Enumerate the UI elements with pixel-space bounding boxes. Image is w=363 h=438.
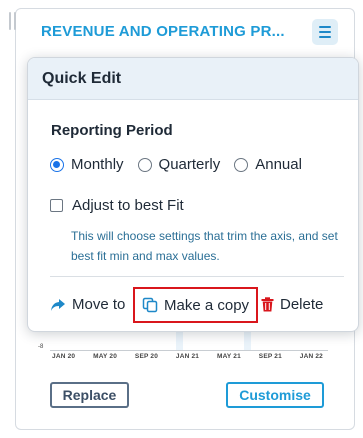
customise-button[interactable]: Customise — [226, 382, 324, 408]
radio-monthly[interactable]: Monthly — [50, 156, 124, 173]
x-tick-label: SEP 20 — [134, 353, 159, 360]
trash-icon — [261, 297, 274, 312]
checkbox-label: Adjust to best Fit — [72, 197, 184, 214]
x-tick-label: JAN 20 — [52, 353, 76, 360]
widget-title: REVENUE AND OPERATING PR... — [41, 23, 285, 40]
x-tick-label: JAN 21 — [175, 353, 200, 360]
radio-label: Annual — [255, 156, 302, 173]
reporting-period-options: Monthly Quarterly Annual — [50, 156, 302, 173]
chart-bar — [244, 332, 251, 350]
chart-bar — [176, 332, 183, 350]
delete-label: Delete — [280, 296, 324, 313]
delete-button[interactable]: Delete — [261, 296, 323, 313]
replace-button[interactable]: Replace — [50, 382, 129, 408]
adjust-best-fit-checkbox[interactable]: Adjust to best Fit — [50, 197, 184, 214]
radio-unselected-icon[interactable] — [137, 157, 152, 172]
help-text: This will choose settings that trim the … — [71, 229, 338, 263]
popup-title: Quick Edit — [28, 58, 358, 100]
copy-icon — [142, 297, 158, 313]
chart-x-ticks: JAN 20 MAY 20 SEP 20 JAN 21 MAY 21 SEP 2… — [52, 353, 323, 360]
radio-selected-icon[interactable] — [50, 157, 64, 172]
divider — [50, 276, 344, 277]
checkbox-box[interactable] — [50, 199, 63, 212]
make-a-copy-label: Make a copy — [164, 296, 250, 314]
share-arrow-icon — [51, 298, 65, 311]
x-tick-label: JAN 22 — [299, 353, 323, 360]
quick-edit-popup: Quick Edit Reporting Period Monthly Quar… — [27, 57, 359, 332]
radio-label: Quarterly — [158, 156, 221, 173]
drag-handle[interactable] — [9, 12, 17, 34]
chart-x-axis — [50, 350, 328, 351]
radio-quarterly[interactable]: Quarterly — [137, 156, 221, 173]
x-tick-label: MAY 21 — [216, 353, 241, 360]
radio-label: Monthly — [71, 156, 124, 173]
widget-menu-button[interactable] — [312, 19, 338, 45]
x-tick-label: MAY 20 — [93, 353, 118, 360]
make-a-copy-button[interactable]: Make a copy — [133, 287, 259, 323]
move-to-label: Move to — [72, 296, 126, 313]
move-to-button[interactable]: Move to — [50, 296, 125, 313]
radio-annual[interactable]: Annual — [234, 156, 302, 173]
radio-unselected-icon[interactable] — [234, 157, 249, 172]
chart-y-tick: -8 — [38, 344, 44, 350]
x-tick-label: SEP 21 — [258, 353, 282, 360]
reporting-period-label: Reporting Period — [51, 122, 173, 139]
hamburger-menu-icon — [319, 26, 331, 28]
